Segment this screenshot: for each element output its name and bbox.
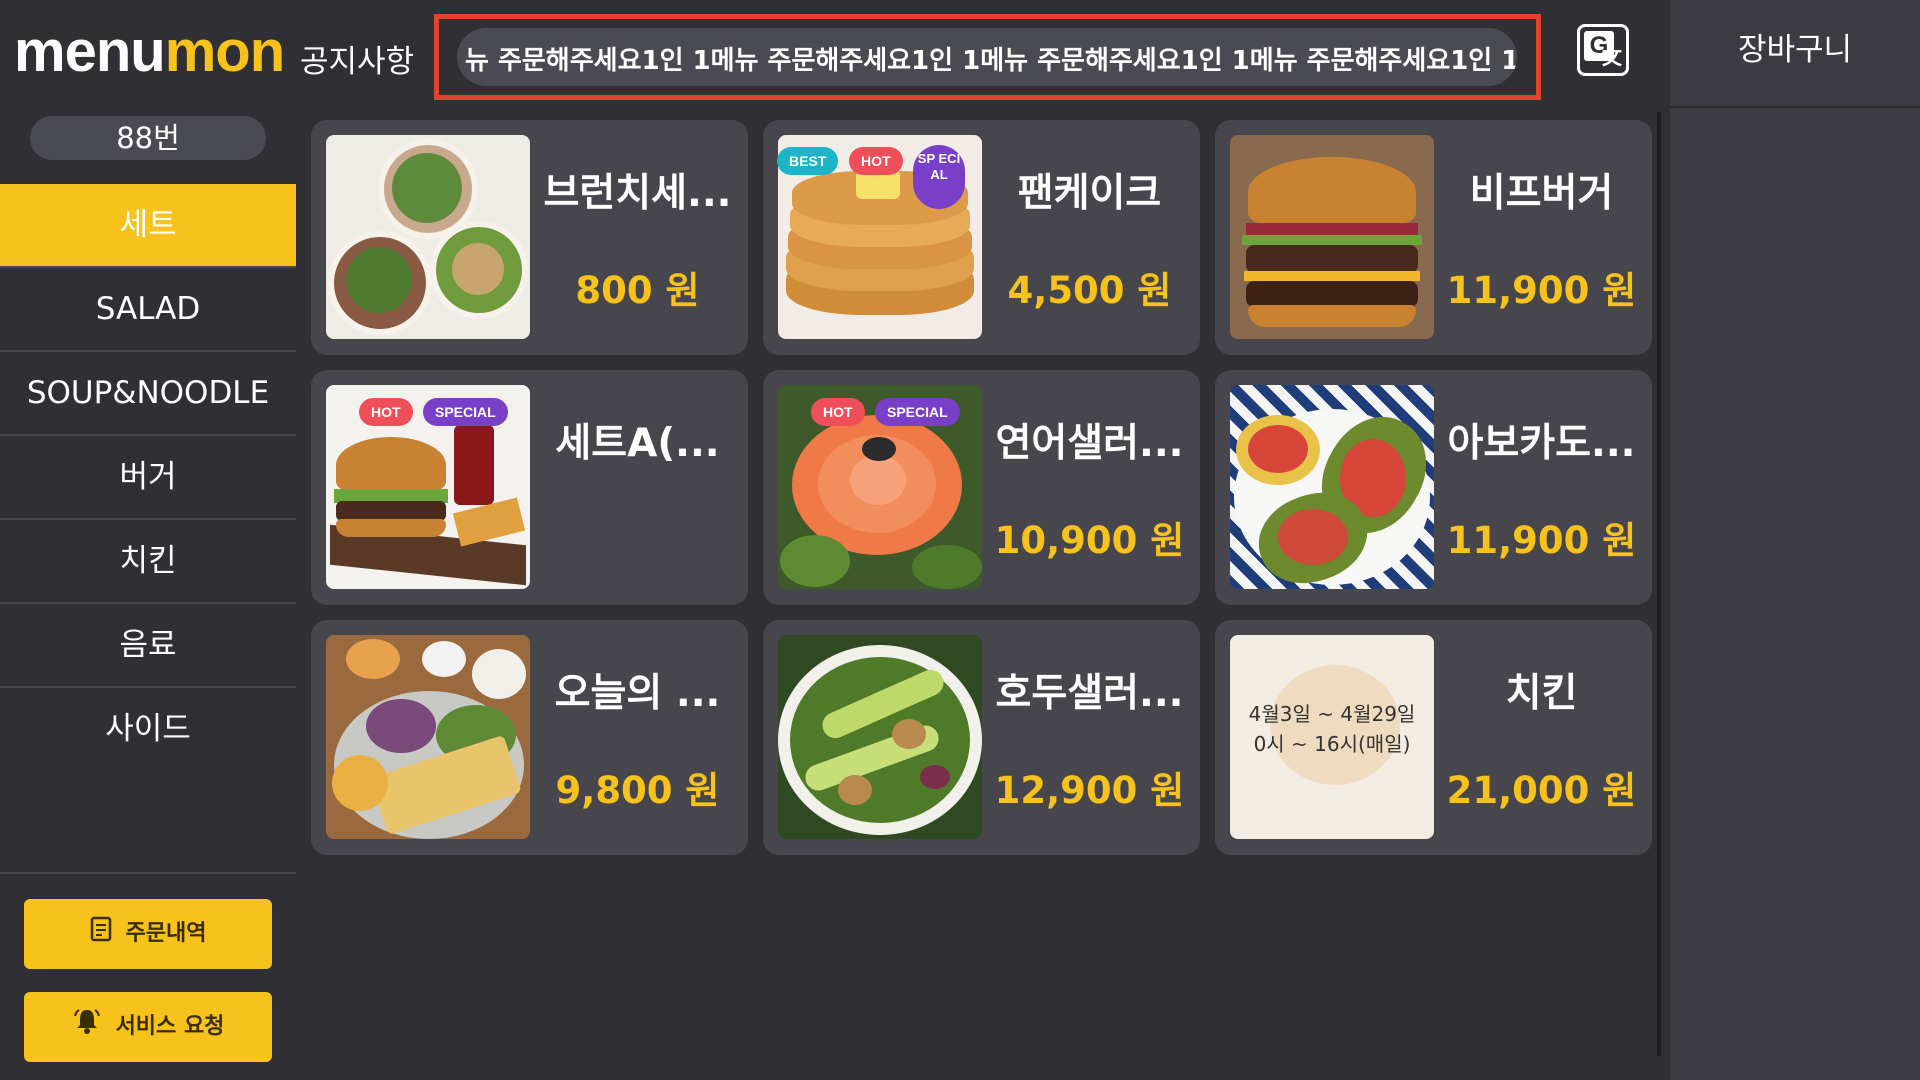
- category-item-salad[interactable]: SALAD: [0, 268, 296, 352]
- menu-item-price: 21,000 원: [1446, 769, 1637, 812]
- category-item-burger[interactable]: 버거: [0, 436, 296, 520]
- menu-item-price: 11,900 원: [1446, 519, 1637, 562]
- menu-card[interactable]: HOT SPECIAL 연어샐러... 10,900 원: [763, 370, 1200, 605]
- badge-special: SPECIAL: [423, 398, 508, 426]
- category-item-chicken[interactable]: 치킨: [0, 520, 296, 604]
- badge-hot: HOT: [849, 147, 903, 175]
- translate-button[interactable]: G 文: [1577, 24, 1629, 76]
- menu-item-name: 브런치세...: [543, 171, 732, 216]
- menu-item-price: 9,800 원: [555, 769, 720, 812]
- menu-item-name: 치킨: [1505, 671, 1578, 716]
- menu-item-image: [326, 635, 530, 839]
- menumon-logo: menumon: [14, 18, 285, 86]
- menu-item-image: [1230, 135, 1434, 339]
- menu-item-name: 아보카도...: [1447, 421, 1636, 466]
- menu-item-price: 11,900 원: [1446, 269, 1637, 312]
- logo-text-menu: menu: [14, 19, 166, 84]
- menu-card[interactable]: HOT SPECIAL 세트A(...: [311, 370, 748, 605]
- service-request-button[interactable]: 서비스 요청: [24, 992, 272, 1062]
- menu-card[interactable]: 4월3일 ~ 4월29일 0시 ~ 16시(매일) 치킨 21,000 원: [1215, 620, 1652, 855]
- menu-item-price: 10,900 원: [994, 519, 1185, 562]
- menu-card[interactable]: 브런치세... 800 원: [311, 120, 748, 355]
- menu-item-image: [778, 635, 982, 839]
- menu-item-image: [1230, 385, 1434, 589]
- menu-item-image: 4월3일 ~ 4월29일 0시 ~ 16시(매일): [1230, 635, 1434, 839]
- notice-label: 공지사항: [300, 44, 415, 80]
- notice-highlight-frame: 뉴 주문해주세요1인 1메뉴 주문해주세요1인 1메뉴 주문해주세요1인 1메뉴…: [434, 14, 1541, 100]
- category-item-side[interactable]: 사이드: [0, 688, 296, 772]
- menu-item-name: 팬케이크: [1017, 171, 1162, 216]
- category-item-drink[interactable]: 음료: [0, 604, 296, 688]
- menu-item-name: 오늘의 ...: [554, 671, 721, 716]
- category-list: 세트 SALAD SOUP&NOODLE 버거 치킨 음료 사이드: [0, 184, 296, 772]
- notice-ticker-text: 뉴 주문해주세요1인 1메뉴 주문해주세요1인 1메뉴 주문해주세요1인 1메뉴…: [465, 46, 1517, 76]
- menu-card[interactable]: 오늘의 ... 9,800 원: [311, 620, 748, 855]
- service-request-label: 서비스 요청: [115, 1014, 225, 1039]
- category-item-set[interactable]: 세트: [0, 184, 296, 268]
- badge-hot: HOT: [359, 398, 413, 426]
- scrollbar-track[interactable]: [1657, 112, 1661, 1056]
- logo-text-mon: mon: [164, 19, 285, 84]
- receipt-icon: [90, 899, 112, 969]
- menu-item-price: 12,900 원: [994, 769, 1185, 812]
- menu-item-name: 호두샐러...: [995, 671, 1184, 716]
- menu-item-name: 비프버거: [1469, 171, 1614, 216]
- order-history-button[interactable]: 주문내역: [24, 899, 272, 969]
- menu-item-price: 800 원: [575, 269, 700, 312]
- table-number-badge: 88번: [30, 116, 266, 160]
- badge-best: BEST: [777, 147, 839, 175]
- badge-special: SP ECI AL: [913, 145, 965, 209]
- cart-panel: 장바구니: [1670, 0, 1920, 1080]
- translate-icon-glyph: 文: [1602, 47, 1622, 69]
- bell-icon: [72, 992, 102, 1062]
- menu-item-image-text: 4월3일 ~ 4월29일 0시 ~ 16시(매일): [1248, 702, 1416, 756]
- menu-item-image: [326, 135, 530, 339]
- sidebar: 88번 세트 SALAD SOUP&NOODLE 버거 치킨 음료 사이드 주문…: [0, 106, 296, 1080]
- notice-ticker[interactable]: 뉴 주문해주세요1인 1메뉴 주문해주세요1인 1메뉴 주문해주세요1인 1메뉴…: [457, 28, 1517, 86]
- cart-title[interactable]: 장바구니: [1670, 0, 1920, 108]
- menu-item-name: 세트A(...: [555, 421, 720, 466]
- sidebar-divider: [0, 872, 296, 874]
- order-history-label: 주문내역: [125, 921, 207, 946]
- menu-item-price: 4,500 원: [1007, 269, 1172, 312]
- category-item-soup-noodle[interactable]: SOUP&NOODLE: [0, 352, 296, 436]
- menu-card[interactable]: BEST HOT SP ECI AL 팬케이크 4,500 원: [763, 120, 1200, 355]
- top-bar: menumon 공지사항 뉴 주문해주세요1인 1메뉴 주문해주세요1인 1메뉴…: [0, 0, 1670, 106]
- badge-hot: HOT: [811, 398, 865, 426]
- menu-card[interactable]: 아보카도... 11,900 원: [1215, 370, 1652, 605]
- badge-special: SPECIAL: [875, 398, 960, 426]
- menu-card[interactable]: 호두샐러... 12,900 원: [763, 620, 1200, 855]
- menu-card[interactable]: 비프버거 11,900 원: [1215, 120, 1652, 355]
- menu-item-name: 연어샐러...: [995, 421, 1184, 466]
